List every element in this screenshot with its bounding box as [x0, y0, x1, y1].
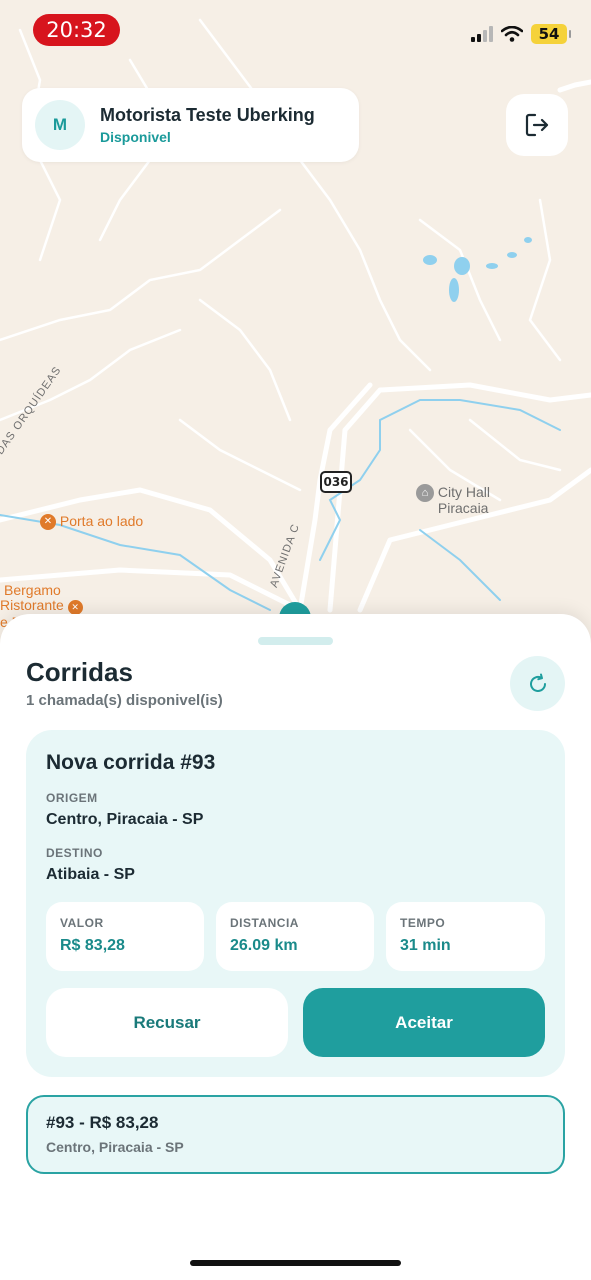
- logout-icon: [525, 113, 549, 137]
- poi-porta-ao-lado[interactable]: ✕ Porta ao lado: [40, 513, 143, 531]
- driver-card: M Motorista Teste Uberking Disponivel: [22, 88, 359, 162]
- battery-icon: 54: [531, 24, 571, 44]
- cellular-signal-icon: [471, 26, 493, 42]
- ride-request-card: Nova corrida #93 ORIGEM Centro, Piracaia…: [26, 730, 565, 1077]
- list-item-title: #93 - R$ 83,28: [46, 1113, 159, 1132]
- decline-button[interactable]: Recusar: [46, 988, 288, 1057]
- origin-value: Centro, Piracaia - SP: [46, 811, 204, 828]
- driver-status: Disponivel: [100, 129, 171, 145]
- restaurant-icon: ✕: [67, 600, 83, 615]
- status-icons: 54: [471, 24, 571, 44]
- metric-time: TEMPO 31 min: [386, 902, 545, 971]
- sheet-subtitle: 1 chamada(s) disponivel(is): [26, 692, 223, 709]
- origin-label: ORIGEM: [46, 791, 98, 805]
- wifi-icon: [501, 26, 523, 42]
- home-indicator: [190, 1260, 401, 1266]
- destination-value: Atibaia - SP: [46, 866, 135, 883]
- logout-button[interactable]: [506, 94, 568, 156]
- poi-city-hall[interactable]: ⌂ City Hall Piracaia: [416, 484, 490, 516]
- sheet-title: Corridas: [26, 657, 133, 687]
- route-shield: 036: [320, 471, 352, 493]
- building-icon: ⌂: [416, 484, 434, 502]
- refresh-icon: [529, 673, 546, 692]
- avatar: M: [35, 100, 85, 150]
- destination-label: DESTINO: [46, 846, 103, 860]
- list-item[interactable]: #93 - R$ 83,28 Centro, Piracaia - SP: [26, 1095, 565, 1174]
- rides-sheet: Corridas 1 chamada(s) disponivel(is) Nov…: [0, 614, 591, 1280]
- refresh-button[interactable]: [510, 656, 565, 711]
- restaurant-icon: ✕: [40, 514, 56, 531]
- sheet-grabber[interactable]: [258, 637, 333, 645]
- list-item-subtitle: Centro, Piracaia - SP: [46, 1139, 184, 1155]
- ride-title: Nova corrida #93: [46, 751, 216, 774]
- status-time: 20:32: [33, 14, 120, 46]
- driver-name: Motorista Teste Uberking: [100, 105, 315, 125]
- metric-distance: DISTANCIA 26.09 km: [216, 902, 374, 971]
- accept-button[interactable]: Aceitar: [303, 988, 545, 1057]
- metric-price: VALOR R$ 83,28: [46, 902, 204, 971]
